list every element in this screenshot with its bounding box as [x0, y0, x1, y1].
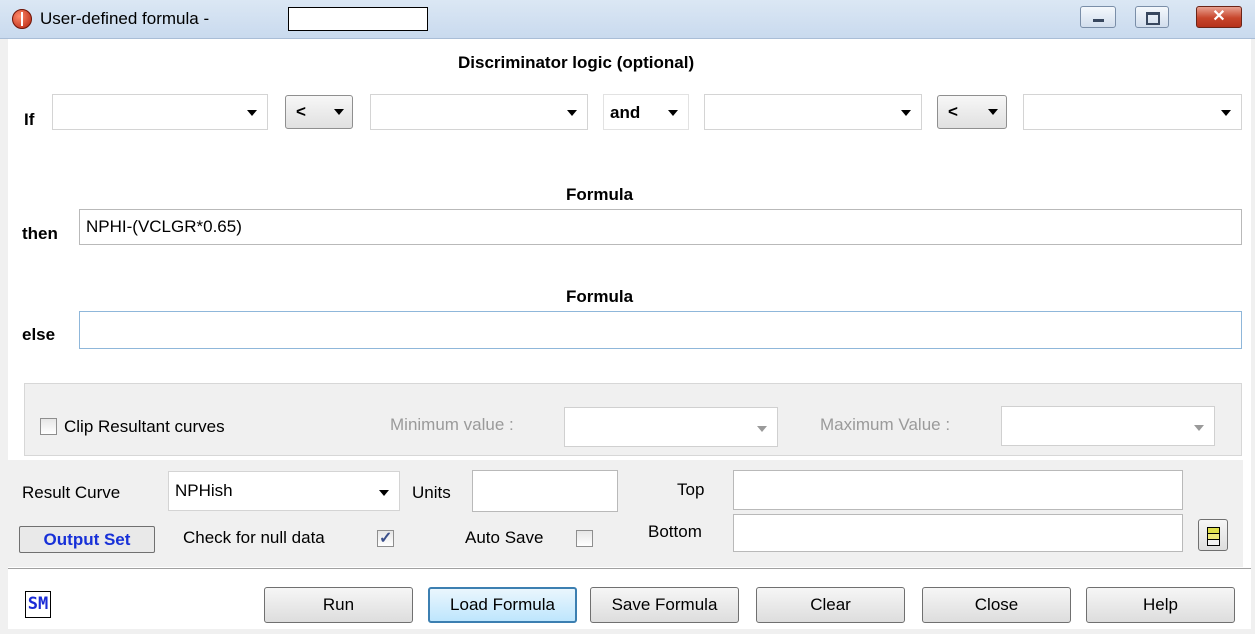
maximize-button[interactable] — [1135, 6, 1169, 28]
then-formula-heading: Formula — [566, 185, 634, 204]
operator-2-value: < — [948, 102, 958, 121]
bottom-label: Bottom — [648, 522, 702, 541]
chevron-down-icon — [1194, 425, 1204, 431]
else-formula-heading: Formula — [566, 287, 634, 306]
result-curve-label: Result Curve — [22, 483, 121, 502]
operator-1-select[interactable]: < — [285, 95, 353, 129]
close-window-button[interactable]: ✕ — [1196, 6, 1242, 28]
sm-logo-icon[interactable]: SM — [25, 591, 51, 618]
app-icon — [12, 9, 32, 29]
maximum-value-label: Maximum Value : — [820, 415, 951, 434]
title-field — [288, 7, 428, 31]
chevron-down-icon — [567, 110, 577, 116]
title-bar[interactable]: User-defined formula - ✕ — [0, 0, 1255, 39]
clip-resultant-label: Clip Resultant curves — [64, 417, 225, 436]
result-curve-select[interactable]: NPHish — [168, 471, 400, 511]
result-curve-value: NPHish — [175, 481, 233, 500]
clip-resultant-checkbox[interactable] — [40, 418, 57, 435]
clear-button[interactable]: Clear — [756, 587, 905, 623]
chevron-down-icon — [668, 110, 678, 116]
condition-field-2-select[interactable] — [370, 94, 588, 130]
bottom-input[interactable] — [733, 514, 1183, 552]
close-icon: ✕ — [1212, 8, 1226, 25]
chevron-down-icon — [757, 426, 767, 432]
if-label: If — [24, 110, 35, 129]
top-label: Top — [677, 480, 705, 499]
chevron-down-icon — [247, 110, 257, 116]
units-label: Units — [412, 483, 451, 502]
conjunction-select[interactable]: and — [603, 94, 689, 130]
operator-2-select[interactable]: < — [937, 95, 1007, 129]
then-formula-value: NPHI-(VCLGR*0.65) — [86, 217, 242, 236]
traffic-light-lamp — [1207, 539, 1220, 546]
chevron-down-icon — [334, 109, 344, 115]
chevron-down-icon — [901, 110, 911, 116]
run-button[interactable]: Run — [264, 587, 413, 623]
help-button[interactable]: Help — [1086, 587, 1235, 623]
condition-field-4-select[interactable] — [1023, 94, 1242, 130]
minimum-value-select[interactable] — [564, 407, 778, 447]
condition-field-1-select[interactable] — [52, 94, 268, 130]
chevron-down-icon — [1221, 110, 1231, 116]
else-formula-input[interactable] — [79, 311, 1242, 349]
condition-field-3-select[interactable] — [704, 94, 922, 130]
load-formula-button[interactable]: Load Formula — [428, 587, 577, 623]
discriminator-heading: Discriminator logic (optional) — [458, 53, 695, 72]
close-button[interactable]: Close — [922, 587, 1071, 623]
traffic-light-icon[interactable] — [1198, 519, 1228, 551]
then-label: then — [22, 224, 58, 243]
chevron-down-icon — [988, 109, 998, 115]
minimum-value-label: Minimum value : — [390, 415, 514, 434]
window-title: User-defined formula - — [40, 9, 210, 28]
footer-separator — [8, 568, 1251, 572]
chevron-down-icon — [379, 490, 389, 496]
conjunction-value: and — [610, 103, 641, 122]
check-null-checkbox[interactable] — [377, 528, 394, 548]
top-input[interactable] — [733, 470, 1183, 510]
operator-1-value: < — [296, 102, 306, 121]
then-formula-input[interactable]: NPHI-(VCLGR*0.65) — [79, 209, 1242, 245]
check-null-label: Check for null data — [183, 528, 325, 547]
units-input[interactable] — [472, 470, 618, 512]
auto-save-label: Auto Save — [465, 528, 544, 547]
save-formula-button[interactable]: Save Formula — [590, 587, 739, 623]
minimize-button[interactable] — [1080, 6, 1116, 28]
maximum-value-select[interactable] — [1001, 406, 1215, 446]
else-label: else — [22, 325, 56, 344]
auto-save-checkbox[interactable] — [576, 530, 593, 547]
output-set-button[interactable]: Output Set — [19, 526, 155, 553]
